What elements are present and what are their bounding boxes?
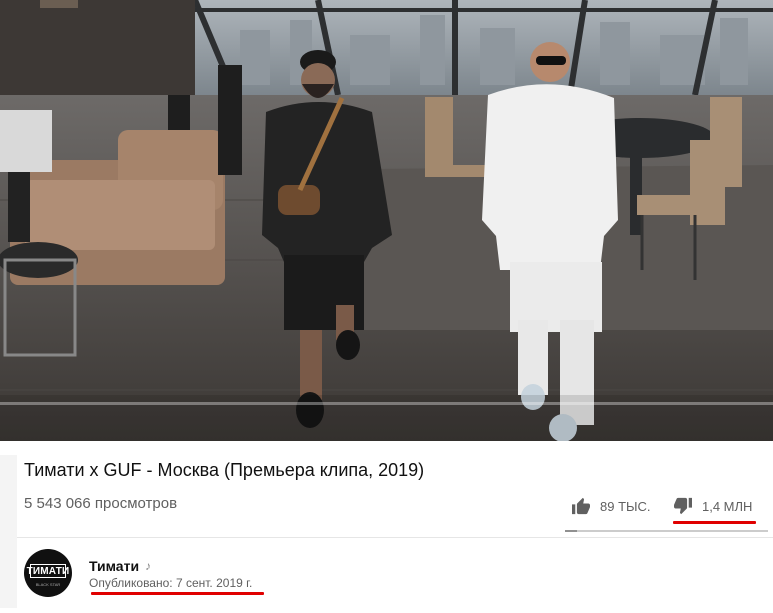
- dislike-button[interactable]: 1,4 МЛН: [673, 497, 752, 515]
- video-player[interactable]: [0, 0, 773, 441]
- dislike-count: 1,4 МЛН: [702, 498, 753, 514]
- channel-name-row[interactable]: Тимати ♪: [89, 558, 151, 574]
- like-button[interactable]: 89 ТЫС.: [571, 497, 651, 515]
- avatar-logo-subtext: BLACK STAR: [35, 582, 61, 587]
- channel-avatar[interactable]: ТИМАТИ BLACK STAR: [24, 549, 72, 597]
- thumbs-down-icon: [674, 497, 692, 515]
- avatar-logo-text: ТИМАТИ: [26, 566, 70, 577]
- sentiment-bar-like-fill: [565, 530, 578, 532]
- dislike-highlight-underline: [673, 521, 756, 524]
- sentiment-bar: [565, 530, 768, 532]
- music-note-icon: ♪: [145, 559, 152, 573]
- section-divider: [17, 537, 773, 538]
- video-title: Тимати x GUF - Москва (Премьера клипа, 2…: [24, 460, 425, 480]
- progress-bar[interactable]: [0, 402, 773, 405]
- left-edge-strip: [0, 455, 17, 608]
- publish-date-highlight-underline: [91, 592, 264, 595]
- view-count: 5 543 066 просмотров: [24, 495, 178, 512]
- thumbs-up-icon: [572, 497, 590, 515]
- video-frame: [0, 0, 773, 441]
- publish-date: Опубликовано: 7 сент. 2019 г.: [89, 576, 253, 590]
- like-count: 89 ТЫС.: [600, 498, 651, 514]
- channel-name[interactable]: Тимати: [89, 558, 139, 574]
